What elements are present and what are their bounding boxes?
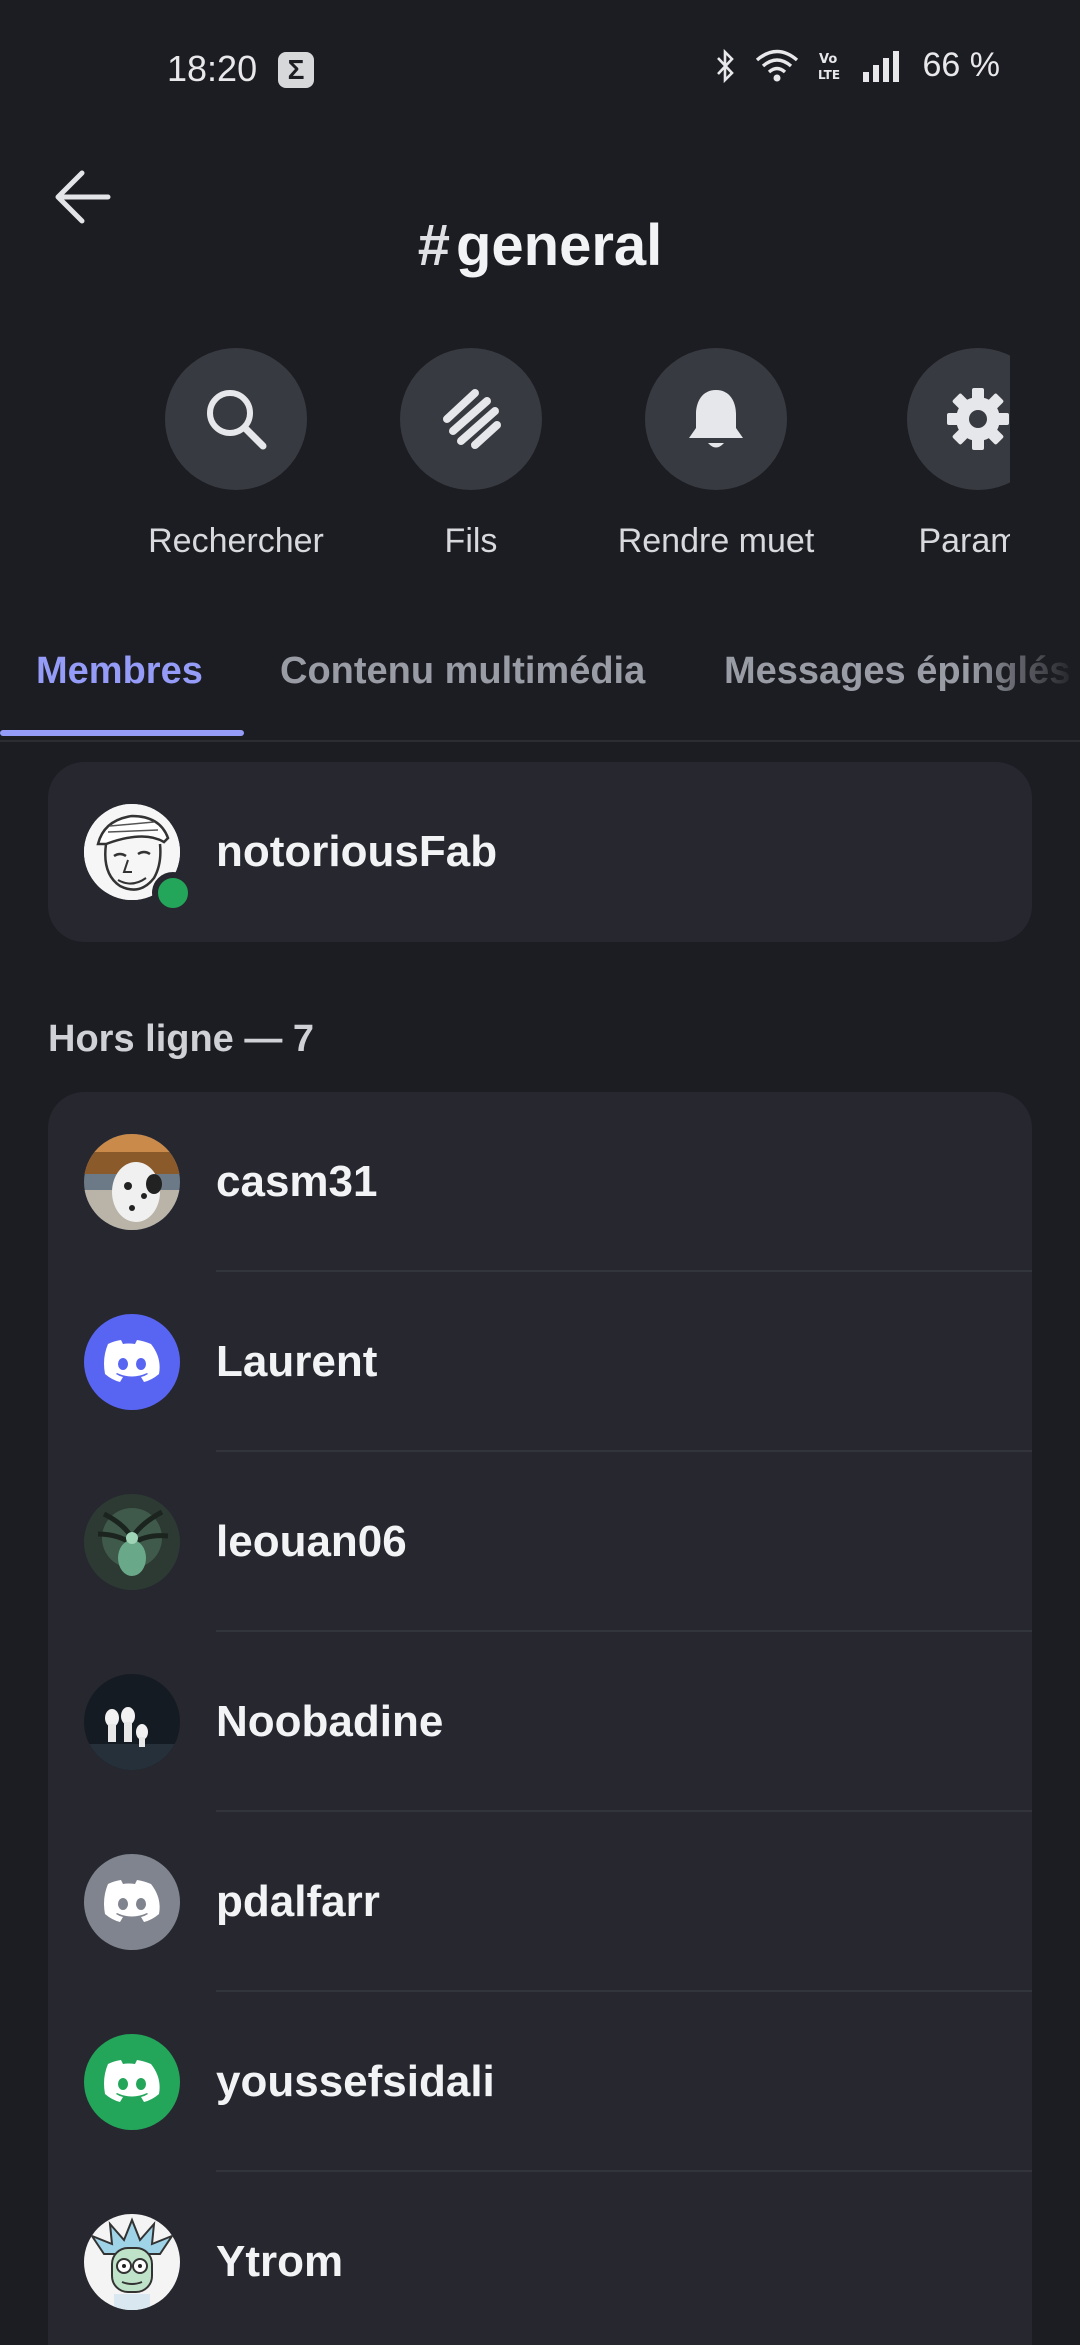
avatar: [84, 1134, 180, 1230]
avatar: [84, 1494, 180, 1590]
offline-members-card: casm31 Laurent leouan06 Noobadine pdalfa…: [48, 1092, 1032, 2345]
member-name: notoriousFab: [216, 827, 498, 876]
channel-name: general: [455, 213, 663, 278]
svg-text:LTE: LTE: [818, 68, 840, 82]
svg-text:Vo: Vo: [819, 52, 837, 67]
member-name: youssefsidali: [216, 2057, 495, 2106]
avatar: [84, 2034, 180, 2130]
status-bar: 18:20 Σ Vo LTE 66 %: [0, 0, 1080, 140]
tab-active-indicator: [0, 730, 244, 736]
channel-title: # general: [0, 212, 1080, 279]
status-time: 18:20: [167, 48, 258, 89]
bell-icon: [689, 390, 743, 448]
list-item[interactable]: Ytrom: [48, 2172, 1032, 2345]
tab-bar: Membres Contenu multimédia Messages épin…: [0, 640, 1080, 742]
list-item[interactable]: leouan06: [48, 1452, 1032, 1632]
sigma-icon: Σ: [278, 52, 314, 88]
avatar: [84, 1854, 180, 1950]
avatar: [84, 1314, 180, 1410]
search-label: Rechercher: [148, 522, 324, 560]
settings-label: Paramè: [918, 522, 1010, 560]
volte-icon: Vo LTE: [817, 49, 843, 83]
threads-action[interactable]: Fils: [351, 348, 591, 561]
signal-icon: [861, 50, 905, 82]
member-name: Laurent: [216, 1337, 378, 1386]
discord-logo-icon: [104, 1340, 160, 1382]
mute-action[interactable]: Rendre muet: [596, 348, 836, 561]
online-status-dot: [152, 872, 194, 914]
status-icons: Vo LTE 66 %: [715, 46, 1001, 85]
offline-section-title: Hors ligne — 7: [48, 1018, 315, 1060]
threads-label: Fils: [444, 522, 498, 560]
tab-media[interactable]: Contenu multimédia: [280, 650, 645, 693]
bluetooth-icon: [715, 48, 737, 83]
wifi-icon: [755, 49, 799, 83]
threads-button[interactable]: [400, 348, 542, 490]
list-item[interactable]: youssefsidali: [48, 1992, 1032, 2172]
discord-logo-icon: [104, 1880, 160, 1922]
member-name: pdalfarr: [216, 1877, 380, 1926]
discord-logo-icon: [104, 2060, 160, 2102]
member-name: Noobadine: [216, 1697, 444, 1746]
search-icon: [207, 390, 267, 450]
mute-label: Rendre muet: [617, 522, 815, 560]
member-name: leouan06: [216, 1517, 407, 1566]
avatar: [84, 2214, 180, 2310]
gear-icon: [947, 388, 1009, 450]
settings-action[interactable]: Paramè: [858, 348, 1010, 561]
list-item[interactable]: Laurent: [48, 1272, 1032, 1452]
member-name: Ytrom: [216, 2237, 344, 2286]
search-button[interactable]: [165, 348, 307, 490]
battery-level: 66 %: [922, 46, 1001, 84]
list-item[interactable]: casm31: [48, 1092, 1032, 1272]
online-members-card: notoriousFab: [48, 762, 1032, 942]
settings-button[interactable]: [907, 348, 1010, 490]
tab-fade: [970, 640, 1080, 740]
channel-actions: Rechercher Fils Rendre muet Paramè: [0, 348, 1010, 578]
list-item[interactable]: notoriousFab: [48, 762, 1032, 942]
tab-members[interactable]: Membres: [36, 650, 203, 693]
channel-hash: #: [417, 213, 450, 278]
member-name: casm31: [216, 1157, 378, 1206]
list-item[interactable]: Noobadine: [48, 1632, 1032, 1812]
list-item[interactable]: pdalfarr: [48, 1812, 1032, 1992]
search-action[interactable]: Rechercher: [116, 348, 356, 561]
threads-icon: [443, 389, 501, 449]
mute-button[interactable]: [645, 348, 787, 490]
avatar: [84, 1674, 180, 1770]
